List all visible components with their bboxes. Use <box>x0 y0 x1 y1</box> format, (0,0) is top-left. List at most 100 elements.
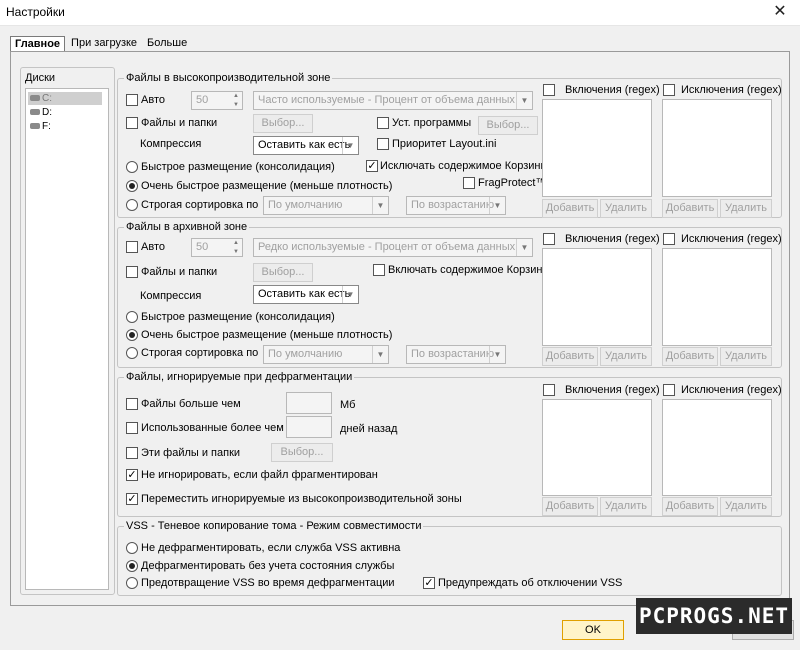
archive-auto-checkbox[interactable] <box>126 241 138 253</box>
days-input[interactable] <box>286 416 332 438</box>
archive-exclude-regex-list[interactable] <box>662 248 772 346</box>
hp-include-add-button[interactable]: Добавить <box>542 199 598 218</box>
hp-strict-sort-label: Строгая сортировка по <box>141 199 259 211</box>
archive-usage-value: Редко используемые - Процент от объема д… <box>258 241 516 253</box>
hp-sort-order-select[interactable]: По возрастанию ▼ <box>406 196 506 215</box>
hp-exclude-regex-checkbox[interactable] <box>663 84 675 96</box>
spin-down-icon[interactable]: ▼ <box>230 248 242 256</box>
ignored-include-add-button[interactable]: Добавить <box>542 497 598 516</box>
larger-than-checkbox[interactable] <box>126 398 138 410</box>
size-input[interactable] <box>286 392 332 414</box>
archive-compression-select[interactable]: Оставить как есть ▼ <box>253 285 359 304</box>
archive-choose-button[interactable]: Выбор... <box>253 263 313 282</box>
hp-files-label: Файлы и папки <box>141 117 218 129</box>
move-ignored-label: Переместить игнорируемые из высокопроизв… <box>141 493 462 505</box>
archive-usage-select[interactable]: Редко используемые - Процент от объема д… <box>253 238 533 257</box>
exclude-recycle-checkbox[interactable]: ✓ <box>366 160 378 172</box>
ignored-include-regex-checkbox[interactable] <box>543 384 555 396</box>
archive-very-fast-radio[interactable] <box>126 329 138 341</box>
spin-up-icon[interactable]: ▲ <box>230 239 242 247</box>
disks-list[interactable]: C: D: F: <box>25 88 109 590</box>
ignored-choose-button[interactable]: Выбор... <box>271 443 333 462</box>
vss-group: VSS - Теневое копирование тома - Режим с… <box>117 520 782 596</box>
archive-fast-label: Быстрое размещение (консолидация) <box>141 311 335 323</box>
hp-strict-sort-radio[interactable] <box>126 199 138 211</box>
archive-auto-spinner[interactable]: 50 ▲ ▼ <box>191 238 243 257</box>
disk-item-d[interactable]: D: <box>28 106 102 119</box>
tab-main[interactable]: Главное <box>10 36 66 52</box>
hp-auto-value: 50 <box>196 94 209 106</box>
archive-sort-by-select[interactable]: По умолчанию ▼ <box>263 345 389 364</box>
close-icon[interactable]: ✕ <box>760 0 800 26</box>
hp-files-checkbox[interactable] <box>126 117 138 129</box>
chevron-down-icon: ▼ <box>489 197 505 214</box>
archive-strict-sort-radio[interactable] <box>126 347 138 359</box>
layout-priority-label: Приоритет Layout.ini <box>392 138 497 150</box>
archive-include-regex-checkbox[interactable] <box>543 233 555 245</box>
vss-opt2-radio[interactable] <box>126 560 138 572</box>
archive-files-checkbox[interactable] <box>126 266 138 278</box>
installed-programs-checkbox[interactable] <box>377 117 389 129</box>
archive-fast-radio[interactable] <box>126 311 138 323</box>
layout-priority-checkbox[interactable] <box>377 138 389 150</box>
archive-exclude-regex-checkbox[interactable] <box>663 233 675 245</box>
disk-label: F: <box>42 121 51 132</box>
these-files-label: Эти файлы и папки <box>141 447 241 459</box>
archive-sort-order-select[interactable]: По возрастанию ▼ <box>406 345 506 364</box>
tab-more[interactable]: Больше <box>143 36 191 52</box>
hp-usage-value: Часто используемые - Процент от объема д… <box>258 94 515 106</box>
tab-startup[interactable]: При загрузке <box>67 36 141 52</box>
move-ignored-checkbox[interactable]: ✓ <box>126 493 138 505</box>
hp-very-fast-radio[interactable] <box>126 180 138 192</box>
chevron-down-icon: ▼ <box>489 346 505 363</box>
fragprotect-checkbox[interactable] <box>463 177 475 189</box>
spin-down-icon[interactable]: ▼ <box>230 101 242 109</box>
hp-include-remove-button[interactable]: Удалить <box>600 199 652 218</box>
not-ignore-fragmented-checkbox[interactable]: ✓ <box>126 469 138 481</box>
ignored-exclude-remove-button[interactable]: Удалить <box>720 497 772 516</box>
spin-up-icon[interactable]: ▲ <box>230 92 242 100</box>
disk-item-f[interactable]: F: <box>28 120 102 133</box>
ok-button[interactable]: OK <box>562 620 624 640</box>
hp-choose2-button[interactable]: Выбор... <box>478 116 538 135</box>
these-files-checkbox[interactable] <box>126 447 138 459</box>
hp-usage-select[interactable]: Часто используемые - Процент от объема д… <box>253 91 533 110</box>
hp-sort-by-select[interactable]: По умолчанию ▼ <box>263 196 389 215</box>
archive-exclude-remove-button[interactable]: Удалить <box>720 347 772 366</box>
used-more-checkbox[interactable] <box>126 422 138 434</box>
ignored-group: Файлы, игнорируемые при дефрагментации Ф… <box>117 371 782 517</box>
archive-exclude-add-button[interactable]: Добавить <box>662 347 718 366</box>
hp-include-regex-checkbox[interactable] <box>543 84 555 96</box>
hp-exclude-remove-button[interactable]: Удалить <box>720 199 772 218</box>
ignored-include-regex-label: Включения (regex) <box>565 384 660 396</box>
archive-compression-label: Компрессия <box>140 290 202 302</box>
archive-include-regex-label: Включения (regex) <box>565 233 660 245</box>
include-recycle-checkbox[interactable] <box>373 264 385 276</box>
ignored-exclude-add-button[interactable]: Добавить <box>662 497 718 516</box>
vss-opt3-radio[interactable] <box>126 577 138 589</box>
ignored-exclude-regex-checkbox[interactable] <box>663 384 675 396</box>
hp-exclude-add-button[interactable]: Добавить <box>662 199 718 218</box>
ignored-include-regex-list[interactable] <box>542 399 652 496</box>
hp-compression-select[interactable]: Оставить как есть ▼ <box>253 136 359 155</box>
hp-exclude-regex-list[interactable] <box>662 99 772 197</box>
archive-include-remove-button[interactable]: Удалить <box>600 347 652 366</box>
ignored-include-remove-button[interactable]: Удалить <box>600 497 652 516</box>
archive-sort-order-value: По возрастанию <box>411 348 495 360</box>
disk-item-c[interactable]: C: <box>28 92 102 105</box>
hp-compression-value: Оставить как есть <box>258 139 351 151</box>
ignored-exclude-regex-list[interactable] <box>662 399 772 496</box>
vss-warn-label: Предупреждать об отключении VSS <box>438 577 623 589</box>
archive-include-add-button[interactable]: Добавить <box>542 347 598 366</box>
archive-include-regex-list[interactable] <box>542 248 652 346</box>
hp-include-regex-list[interactable] <box>542 99 652 197</box>
hp-exclude-regex-label: Исключения (regex) <box>681 84 782 96</box>
hp-choose-button[interactable]: Выбор... <box>253 114 313 133</box>
hp-fast-radio[interactable] <box>126 161 138 173</box>
chevron-down-icon: ▼ <box>372 346 388 363</box>
vss-opt1-radio[interactable] <box>126 542 138 554</box>
hp-auto-label: Авто <box>141 94 165 106</box>
hp-auto-spinner[interactable]: 50 ▲ ▼ <box>191 91 243 110</box>
hp-auto-checkbox[interactable] <box>126 94 138 106</box>
vss-warn-checkbox[interactable]: ✓ <box>423 577 435 589</box>
